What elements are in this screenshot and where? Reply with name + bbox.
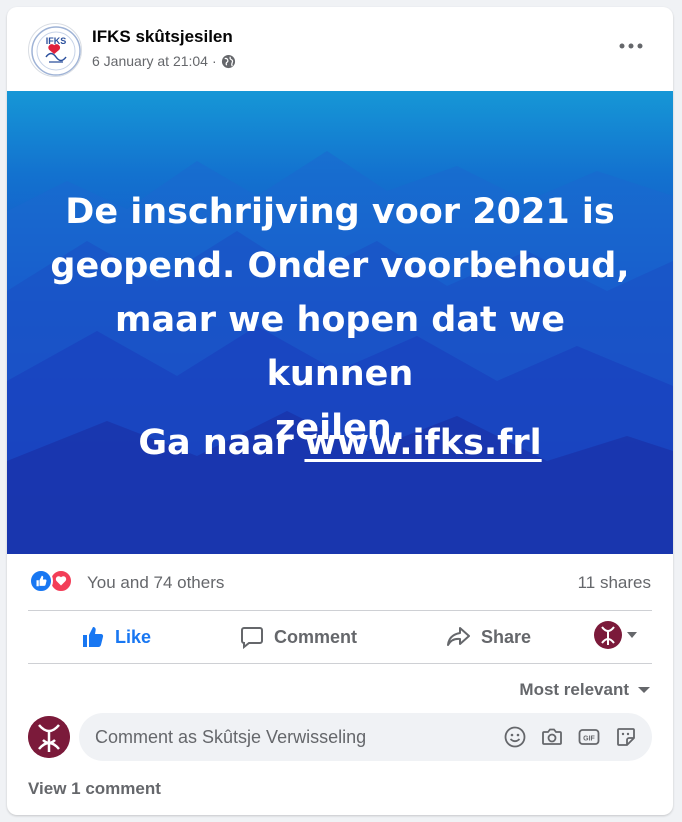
identity-switcher[interactable] [594,621,638,649]
svg-text:GIF: GIF [583,736,595,743]
switcher-avatar [594,621,622,649]
thumbs-up-icon [83,627,104,647]
emoji-icon[interactable] [504,726,526,748]
link-prefix: Ga naar [138,423,305,463]
comment-composer: GIF [79,713,652,761]
divider [28,663,652,664]
page-avatar[interactable]: IFKS [28,23,82,77]
image-text-line: maar we hopen dat we kunnen [115,300,565,394]
comment-label: Comment [274,626,358,647]
like-label: Like [115,626,152,647]
sort-label: Most relevant [519,680,629,699]
share-button[interactable]: Share [445,617,531,657]
post-meta: 6 January at 21:04 · [92,53,236,69]
reactions-row: You and 74 others 11 shares [7,554,673,610]
comment-bubble-icon [241,627,263,649]
like-button[interactable]: Like [81,617,151,657]
reaction-icons[interactable] [29,569,79,593]
view-comments-link[interactable]: View 1 comment [28,779,161,799]
post-actions: Like Comment Share [28,611,652,663]
skutsje-logo-icon [28,716,70,758]
caret-down-icon [638,687,650,693]
post-image-text: De inschrijving voor 2021 is geopend. On… [37,185,643,455]
commenter-avatar[interactable] [28,716,70,758]
image-text-line: geopend. Onder voorbehoud, [50,246,630,286]
ifks-logo-icon: IFKS [31,26,81,76]
image-link-line: Ga naar www.ifks.frl [37,419,643,467]
camera-icon[interactable] [541,726,563,748]
share-arrow-icon [447,627,470,646]
sticker-icon[interactable] [615,726,637,748]
meta-separator: · [211,53,217,69]
website-link[interactable]: www.ifks.frl [304,423,541,463]
more-options-button[interactable] [611,31,651,61]
gif-icon[interactable]: GIF [578,726,600,748]
page-name-link[interactable]: IFKS skûtsjesilen [92,27,233,47]
comment-button[interactable]: Comment [240,617,357,657]
post-card: IFKS IFKS skûtsjesilen 6 January at 21:0… [7,7,673,815]
globe-icon [221,54,235,68]
comment-sort-dropdown[interactable]: Most relevant [519,680,651,700]
post-timestamp[interactable]: 6 January at 21:04 [92,53,208,69]
more-options-icon [619,43,643,49]
post-image[interactable]: De inschrijving voor 2021 is geopend. On… [7,91,673,554]
shares-count[interactable]: 11 shares [578,573,651,593]
image-text-line: De inschrijving voor 2021 is [65,192,615,232]
comment-input[interactable] [95,713,475,761]
reaction-summary[interactable]: You and 74 others [87,573,224,593]
caret-down-icon [627,632,637,638]
post-header: IFKS IFKS skûtsjesilen 6 January at 21:0… [7,7,673,91]
share-label: Share [481,626,532,647]
like-reaction-icon [29,569,53,593]
